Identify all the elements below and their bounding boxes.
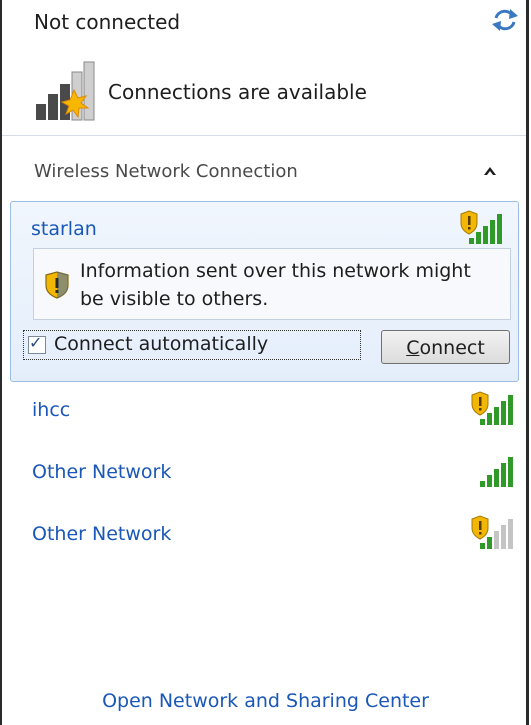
connections-available-icon [36, 61, 95, 121]
refresh-icon[interactable] [490, 6, 520, 34]
security-warning-text: Information sent over this network might… [80, 257, 504, 313]
network-name-other-1[interactable]: Other Network [32, 461, 171, 483]
window-frame-right [526, 0, 529, 725]
checkbox-box[interactable]: ✓ [28, 333, 46, 354]
network-name-other-2[interactable]: Other Network [32, 523, 171, 545]
network-name-ihcc[interactable]: ihcc [32, 399, 70, 421]
shield-warning-icon [45, 271, 69, 299]
security-warning-line-2: be visible to others. [80, 288, 269, 310]
signal-strength-warning-icon [460, 210, 502, 244]
connection-status-title: Not connected [34, 10, 181, 34]
divider [2, 135, 526, 136]
security-warning-line-1: Information sent over this network might [80, 260, 471, 282]
wireless-section-title: Wireless Network Connection [34, 161, 298, 182]
connect-automatically-checkbox[interactable]: ✓ Connect automatically [23, 330, 361, 360]
selected-network-panel[interactable]: starlan Information sent over this netwo… [10, 201, 519, 382]
connections-available-text: Connections are available [108, 80, 367, 104]
connect-automatically-label: Connect automatically [54, 333, 269, 355]
connect-button[interactable]: Connect [381, 330, 510, 364]
window-frame-left [0, 0, 2, 725]
security-warning-box: Information sent over this network might… [33, 248, 511, 320]
open-network-sharing-center-link[interactable]: Open Network and Sharing Center [0, 690, 531, 712]
checkmark-icon: ✓ [29, 333, 43, 352]
chevron-up-icon[interactable] [482, 165, 498, 177]
network-name-starlan[interactable]: starlan [31, 218, 97, 240]
signal-strength-weak-warning-icon [471, 515, 513, 549]
signal-strength-icon [480, 457, 513, 487]
wireless-section-header[interactable]: Wireless Network Connection [2, 137, 526, 201]
signal-strength-warning-icon [471, 391, 513, 425]
